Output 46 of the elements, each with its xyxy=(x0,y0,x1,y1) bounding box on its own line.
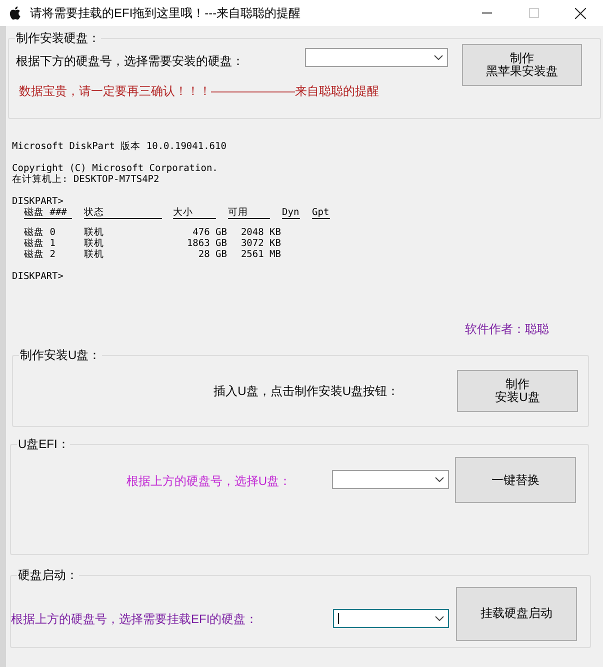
field-label: 根据下方的硬盘号，选择需要安装的硬盘： xyxy=(16,53,245,70)
field-label: 根据上方的硬盘号，选择需要挂载EFI的硬盘： xyxy=(11,610,259,628)
group-label: 制作安装硬盘： xyxy=(15,31,101,45)
table-cell-text: 磁盘 1 xyxy=(24,238,56,249)
action-button[interactable]: 制作 安装U盘 xyxy=(457,370,578,412)
console-line: Copyright (C) Microsoft Corporation. xyxy=(12,163,219,174)
console-line: DISKPART> xyxy=(12,196,64,207)
console-line: Microsoft DiskPart 版本 10.0.19041.610 xyxy=(12,141,228,152)
table-cell-text: 2561 MB xyxy=(240,249,282,260)
action-button[interactable]: 制作 黑苹果安装盘 xyxy=(462,44,582,86)
table-cell-text: 联机 xyxy=(84,227,105,238)
chevron-down-icon xyxy=(435,477,444,482)
table-cell-text: 磁盘 2 xyxy=(24,249,56,260)
column-header: Gpt xyxy=(312,207,330,219)
author-label: 软件作者：聪聪 xyxy=(465,321,549,338)
group-label: U盘EFI： xyxy=(17,437,70,451)
column-header: 可用 xyxy=(228,207,270,219)
action-button[interactable]: 一键替换 xyxy=(455,457,576,503)
chevron-down-icon xyxy=(435,616,444,621)
apple-icon xyxy=(9,6,21,20)
dropdown-field[interactable] xyxy=(332,470,449,489)
group-label: 制作安装U盘： xyxy=(19,348,102,362)
table-cell-text: 联机 xyxy=(84,249,105,260)
table-cell-text: 1863 GB xyxy=(186,238,228,249)
group-label: 硬盘启动： xyxy=(17,568,79,582)
field-label: 根据上方的硬盘号，选择U盘： xyxy=(126,473,291,490)
console-line: DISKPART> xyxy=(12,271,64,282)
column-header: 状态 xyxy=(84,207,162,219)
chevron-down-icon xyxy=(434,54,443,60)
warning-text: 数据宝贵，请一定要再三确认！！！———————来自聪聪的提醒 xyxy=(19,83,380,100)
instruction-text: 插入U盘，点击制作安装U盘按钮： xyxy=(214,383,399,400)
console-line: 在计算机上: DESKTOP-M7TS4P2 xyxy=(12,174,160,185)
column-header: Dyn xyxy=(282,207,300,219)
table-cell-text: 3072 KB xyxy=(240,238,282,249)
dropdown-field[interactable] xyxy=(305,48,448,66)
table-cell-text: 476 GB xyxy=(192,227,228,238)
table-cell-text: 磁盘 0 xyxy=(24,227,56,238)
table-cell-text: 2048 KB xyxy=(240,227,282,238)
table-cell-text: 联机 xyxy=(84,238,105,249)
column-header: 大小 xyxy=(173,207,216,219)
window-title: 请将需要挂载的EFI拖到这里哦！---来自聪聪的提醒 xyxy=(30,5,302,22)
action-button[interactable]: 挂载硬盘启动 xyxy=(456,586,577,640)
close-icon[interactable] xyxy=(575,8,586,18)
table-cell-text: 28 GB xyxy=(197,249,228,260)
column-header: 磁盘 ### xyxy=(24,207,72,219)
dropdown-field[interactable] xyxy=(333,609,449,628)
